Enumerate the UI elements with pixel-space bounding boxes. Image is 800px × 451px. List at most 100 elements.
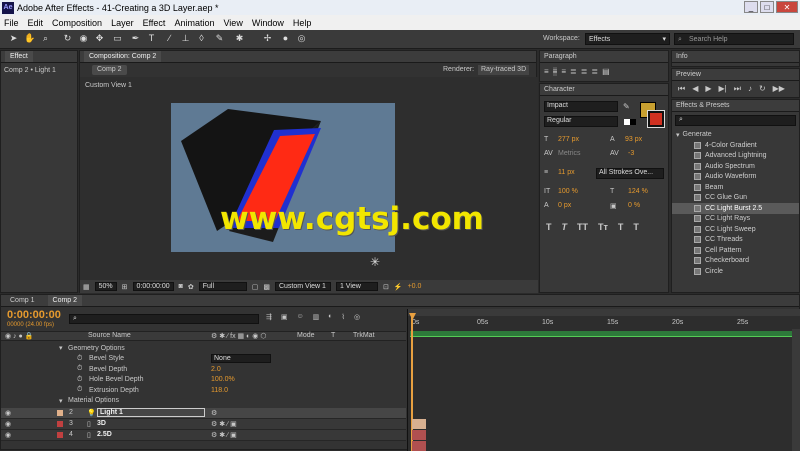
motion-blur-icon[interactable]: ◐ xyxy=(328,313,332,321)
property-value[interactable]: 118.0 xyxy=(211,387,228,394)
world-axis-icon[interactable]: ● xyxy=(280,33,291,44)
hand-tool-icon[interactable]: ✋ xyxy=(24,33,35,44)
expand-arrow-icon[interactable]: ▾ xyxy=(59,344,63,352)
channel-icon[interactable]: ✿ xyxy=(188,283,194,291)
puppet-tool-icon[interactable]: ✱ xyxy=(234,33,245,44)
effect-item[interactable]: 4-Color Gradient xyxy=(672,140,799,151)
loop-icon[interactable]: ↻ xyxy=(759,84,766,94)
brush-tool-icon[interactable]: ∕ xyxy=(164,33,175,44)
menu-composition[interactable]: Composition xyxy=(52,18,102,28)
layer-switches-icon[interactable]: ⚙ ✱ ∕ ▣ xyxy=(211,420,237,428)
camera-tool-icon[interactable]: ◉ xyxy=(78,33,89,44)
composition-mini-flowchart-icon[interactable]: ⇶ xyxy=(266,313,272,321)
property-value[interactable]: 100.0% xyxy=(211,376,235,383)
visibility-icon[interactable]: ◉ xyxy=(5,409,11,417)
view-select[interactable]: Custom View 1 xyxy=(274,282,331,291)
timeline-timecode[interactable]: 0:00:00:00 xyxy=(7,309,61,321)
property-row[interactable]: ▾ Material Options xyxy=(1,396,406,407)
effect-item[interactable]: Checkerboard xyxy=(672,256,799,267)
property-row[interactable]: ▾ Geometry Options xyxy=(1,343,406,354)
prev-frame-icon[interactable]: ◀ xyxy=(692,84,698,94)
faux-bold-button[interactable]: T xyxy=(546,222,552,232)
font-size-value[interactable]: 277 px xyxy=(558,136,579,143)
justify-center-icon[interactable]: ≣ xyxy=(581,67,588,76)
layer-row[interactable]: ◉ 4 ▯ 2.5D ⚙ ✱ ∕ ▣ xyxy=(1,430,406,441)
fast-preview-icon[interactable]: ⚡ xyxy=(394,283,403,291)
menu-view[interactable]: View xyxy=(223,18,242,28)
transparency-icon[interactable]: ▩ xyxy=(263,283,270,291)
align-left-icon[interactable]: ≡ xyxy=(544,67,549,76)
property-row[interactable]: ⏱ Bevel Style None xyxy=(1,354,406,365)
mask-tool-icon[interactable]: ▭ xyxy=(112,33,123,44)
align-right-icon[interactable]: ≡ xyxy=(561,67,566,76)
layer-name[interactable]: 3D xyxy=(97,420,106,427)
property-value[interactable]: None xyxy=(211,354,271,364)
justify-all-icon[interactable]: ▤ xyxy=(602,67,610,76)
tracking-value[interactable]: -3 xyxy=(628,150,634,157)
audio-icon[interactable]: ♪ xyxy=(748,84,752,94)
eyedropper-icon[interactable]: ✎ xyxy=(623,102,630,111)
work-area-bar[interactable] xyxy=(408,309,800,316)
next-frame-icon[interactable]: ▶| xyxy=(719,84,727,94)
black-swatch[interactable] xyxy=(630,119,636,125)
effects-search-input[interactable]: ⌕ xyxy=(675,115,796,126)
layer-color-label[interactable] xyxy=(57,432,63,438)
baseline-shift-value[interactable]: 0 px xyxy=(558,202,571,209)
graph-editor-icon[interactable]: ⌇ xyxy=(342,313,345,321)
effect-item[interactable]: CC Light Rays xyxy=(672,214,799,225)
roi-icon[interactable]: ▢ xyxy=(252,283,259,291)
kerning-value[interactable]: Metrics xyxy=(558,150,581,157)
font-family-select[interactable]: Impact xyxy=(544,101,618,112)
effect-item[interactable]: CC Light Sweep xyxy=(672,224,799,235)
layer-color-label[interactable] xyxy=(57,421,63,427)
time-ruler[interactable]: 0s 05s 10s 15s 20s 25s xyxy=(408,319,800,329)
leading-value[interactable]: 93 px xyxy=(625,136,642,143)
tab-comp-2[interactable]: Comp 2 xyxy=(47,295,83,306)
faux-italic-button[interactable]: T xyxy=(562,222,568,232)
first-frame-icon[interactable]: ⏮ xyxy=(678,84,685,94)
vertical-scale-value[interactable]: 100 % xyxy=(558,188,578,195)
menu-animation[interactable]: Animation xyxy=(174,18,214,28)
stopwatch-icon[interactable]: ⏱ xyxy=(77,386,82,394)
views-layout-select[interactable]: 1 View xyxy=(335,282,378,291)
maximize-button[interactable]: □ xyxy=(760,1,774,13)
stopwatch-icon[interactable]: ⏱ xyxy=(77,365,82,373)
effect-item[interactable]: Audio Spectrum xyxy=(672,161,799,172)
stroke-color-swatch[interactable] xyxy=(647,110,665,128)
zoom-select[interactable]: 50% xyxy=(94,282,117,291)
stopwatch-icon[interactable]: ⏱ xyxy=(77,376,82,384)
timeline-graph-area[interactable]: 0s 05s 10s 15s 20s 25s xyxy=(407,309,800,451)
selection-tool-icon[interactable]: ➤ xyxy=(8,33,19,44)
justify-right-icon[interactable]: ≣ xyxy=(591,67,598,76)
all-caps-button[interactable]: TT xyxy=(577,222,588,232)
eraser-tool-icon[interactable]: ◊ xyxy=(196,33,207,44)
brainstorm-icon[interactable]: ◎ xyxy=(354,313,360,321)
layer-color-label[interactable] xyxy=(57,410,63,416)
local-axis-icon[interactable]: ✢ xyxy=(262,33,273,44)
visibility-icon[interactable]: ◉ xyxy=(5,420,11,428)
menu-effect[interactable]: Effect xyxy=(143,18,166,28)
frame-blending-icon[interactable]: ▥ xyxy=(313,313,320,321)
font-style-select[interactable]: Regular xyxy=(544,116,618,127)
small-caps-button[interactable]: Tт xyxy=(598,222,608,232)
menu-layer[interactable]: Layer xyxy=(111,18,134,28)
effect-item[interactable]: Audio Waveform xyxy=(672,172,799,183)
close-button[interactable]: ✕ xyxy=(776,1,798,13)
effects-category[interactable]: ▾ Generate xyxy=(672,129,799,140)
ram-preview-icon[interactable]: ▶▶ xyxy=(773,84,785,94)
property-row[interactable]: ⏱ Bevel Depth 2.0 xyxy=(1,364,406,375)
comp-breadcrumb[interactable]: Comp 2 xyxy=(92,65,127,75)
last-frame-icon[interactable]: ⏭ xyxy=(734,84,741,94)
work-area-range[interactable] xyxy=(410,331,792,337)
tab-comp-1[interactable]: Comp 1 xyxy=(5,295,40,306)
region-icon[interactable]: ⊞ xyxy=(122,283,128,291)
view-axis-icon[interactable]: ◎ xyxy=(296,33,307,44)
roto-tool-icon[interactable]: ✎ xyxy=(214,33,225,44)
property-row[interactable]: ⏱ Extrusion Depth 118.0 xyxy=(1,385,406,396)
layer-switches-icon[interactable]: ⚙ xyxy=(211,409,217,417)
visibility-icon[interactable]: ◉ xyxy=(5,431,11,439)
zoom-tool-icon[interactable]: ⌕ xyxy=(40,33,51,44)
draft-3d-icon[interactable]: ▣ xyxy=(281,313,288,321)
effect-item[interactable]: CC Glue Gun xyxy=(672,193,799,204)
menu-file[interactable]: File xyxy=(4,18,19,28)
